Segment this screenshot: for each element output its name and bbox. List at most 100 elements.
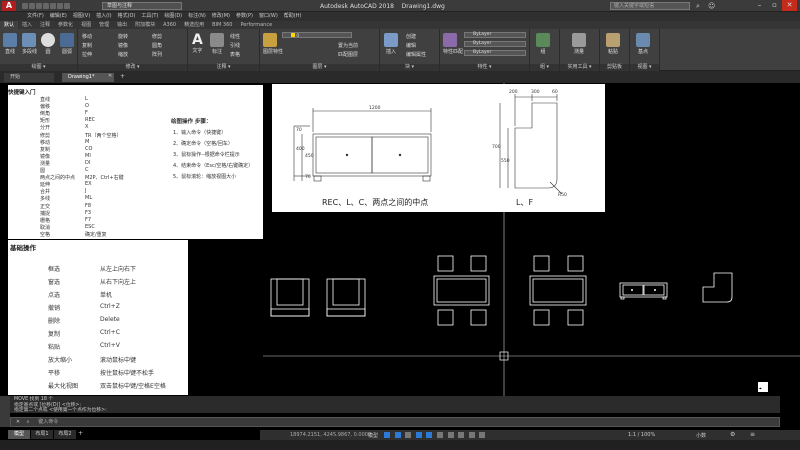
add-layout-icon[interactable]: +	[78, 430, 83, 437]
menu-item-5[interactable]: 工具(T)	[138, 12, 161, 21]
trim-button[interactable]: 修剪	[152, 33, 162, 40]
workspace-select[interactable]: 草图与注释	[102, 2, 182, 10]
open-icon[interactable]	[29, 3, 35, 9]
block-panel-label[interactable]: 块 ▾	[380, 64, 439, 71]
tab-start[interactable]: 开始	[4, 73, 54, 82]
group-button[interactable]: 组	[536, 33, 550, 55]
arc-button[interactable]: 圆弧	[60, 33, 74, 55]
grid-icon[interactable]	[384, 432, 390, 438]
ribbon-tab-3[interactable]: 参数化	[54, 21, 77, 29]
model-space[interactable]: ⌖ 快捷键入门 直线 L 偏移 O 倒角 F 矩形 REC 分开 X 修剪 TR（两个空格） 移动 M 复制…	[0, 83, 800, 396]
ribbon-tab-1[interactable]: 插入	[18, 21, 36, 29]
layers-panel-label[interactable]: 图层 ▾	[260, 64, 379, 71]
lineweight-icon[interactable]	[447, 432, 454, 438]
redo-icon[interactable]	[64, 3, 70, 9]
base-button[interactable]: 基点	[636, 33, 650, 55]
search-icon[interactable]: ⌕	[696, 2, 704, 10]
save-icon[interactable]	[36, 3, 42, 9]
leader-button[interactable]: 引线	[230, 42, 240, 49]
close-command-icon[interactable]: ✕	[11, 418, 25, 426]
new-icon[interactable]	[22, 3, 28, 9]
measure-button[interactable]: 测量	[572, 33, 586, 55]
command-input[interactable]: 键入命令	[38, 419, 58, 425]
ribbon-tab-5[interactable]: 管理	[95, 21, 113, 29]
line-button[interactable]: 直线	[3, 33, 17, 55]
command-window-handle[interactable]	[0, 396, 10, 427]
layer-select[interactable]: 0	[282, 32, 352, 39]
ribbon-tab-4[interactable]: 视图	[77, 21, 95, 29]
match-properties-button[interactable]: 特性匹配	[443, 33, 463, 55]
tab-model[interactable]: 模型	[8, 430, 30, 439]
undo-icon[interactable]	[57, 3, 63, 9]
paste-button[interactable]: 粘贴	[606, 33, 620, 55]
ribbon-tab-9[interactable]: 精选应用	[180, 21, 208, 29]
edit-attribute-button[interactable]: 编辑属性	[406, 51, 426, 58]
close-tab-icon[interactable]: ✕	[108, 73, 112, 79]
ribbon-tab-10[interactable]: BIM 360	[208, 21, 236, 29]
ortho-icon[interactable]	[405, 432, 412, 438]
search-command-icon[interactable]: ⌕	[27, 418, 37, 426]
linear-button[interactable]: 线性	[230, 33, 240, 40]
app-menu-button[interactable]: A	[2, 1, 16, 11]
mirror-button[interactable]: 镜像	[118, 42, 128, 49]
set-current-button[interactable]: 置为当前	[338, 42, 358, 49]
dimension-button[interactable]: 标注	[210, 33, 224, 55]
edit-block-button[interactable]: 编辑	[406, 42, 416, 49]
annotation-scale[interactable]: 1:1 / 100%	[628, 432, 655, 438]
stretch-button[interactable]: 拉伸	[82, 51, 92, 58]
rotate-button[interactable]: 旋转	[118, 33, 128, 40]
move-button[interactable]: 移动	[82, 33, 92, 40]
tab-layout2[interactable]: 布局2	[54, 430, 76, 439]
user-icon[interactable]: ☺	[708, 2, 716, 10]
menu-item-7[interactable]: 标注(N)	[185, 12, 209, 21]
table-button[interactable]: 表格	[230, 51, 240, 58]
menu-item-10[interactable]: 窗口(W)	[256, 12, 281, 21]
menu-item-6[interactable]: 绘图(D)	[161, 12, 185, 21]
ribbon-tab-2[interactable]: 注释	[36, 21, 54, 29]
customize-icon[interactable]: ≡	[750, 431, 755, 438]
maximize-button[interactable]: ▫	[767, 0, 782, 11]
menu-item-9[interactable]: 参数(P)	[233, 12, 256, 21]
color-select[interactable]: ByLayer	[464, 32, 526, 38]
model-toggle[interactable]: 模型	[368, 432, 378, 439]
view-panel-label[interactable]: 视图 ▾	[630, 64, 659, 71]
new-tab-icon[interactable]: +	[120, 73, 125, 80]
scale-button[interactable]: 缩放	[118, 51, 128, 58]
menu-item-4[interactable]: 格式(O)	[115, 12, 139, 21]
lineweight-select[interactable]: ByLayer	[464, 50, 526, 56]
circle-button[interactable]: 圆	[41, 33, 55, 55]
selection-cycling-icon[interactable]	[468, 432, 475, 438]
ribbon-tab-0[interactable]: 默认	[0, 21, 19, 29]
menu-item-3[interactable]: 插入(I)	[93, 12, 114, 21]
osnap-icon[interactable]	[426, 432, 433, 438]
tab-layout1[interactable]: 布局1	[31, 430, 53, 439]
print-icon[interactable]	[50, 3, 56, 9]
ribbon-tab-6[interactable]: 输出	[113, 21, 131, 29]
ribbon-tab-11[interactable]: Performance	[236, 21, 276, 29]
properties-panel-label[interactable]: 特性 ▾	[440, 64, 529, 71]
fillet-button[interactable]: 圆角	[152, 42, 162, 49]
search-input[interactable]: 键入关键字或短语	[610, 2, 690, 10]
gear-icon[interactable]: ⚙	[730, 431, 735, 438]
copy-button[interactable]: 复制	[82, 42, 92, 49]
insert-button[interactable]: 插入	[384, 33, 398, 55]
layer-properties-button[interactable]: 图层特性	[263, 33, 283, 55]
linetype-select[interactable]: ByLayer	[464, 41, 526, 47]
utilities-panel-label[interactable]: 实用工具 ▾	[560, 64, 599, 71]
snap-icon[interactable]	[394, 432, 401, 438]
array-button[interactable]: 阵列	[152, 51, 162, 58]
ribbon-tab-7[interactable]: 附加模块	[131, 21, 159, 29]
ribbon-tab-8[interactable]: A360	[159, 21, 180, 29]
minimize-button[interactable]: –	[752, 0, 767, 11]
menu-item-1[interactable]: 编辑(E)	[47, 12, 70, 21]
otrack-icon[interactable]	[436, 432, 443, 438]
clipboard-panel-label[interactable]: 剪贴板	[600, 64, 629, 71]
text-button[interactable]: A 文字	[192, 33, 203, 54]
menu-item-2[interactable]: 视图(V)	[70, 12, 93, 21]
command-line[interactable]: ✕ ⌕ 键入命令	[10, 417, 780, 427]
save-as-icon[interactable]	[43, 3, 49, 9]
groups-panel-label[interactable]: 组 ▾	[530, 64, 559, 71]
close-button[interactable]: ✕	[782, 0, 797, 11]
match-layer-button[interactable]: 匹配图层	[338, 51, 358, 58]
units-select[interactable]: 小数	[696, 432, 706, 439]
